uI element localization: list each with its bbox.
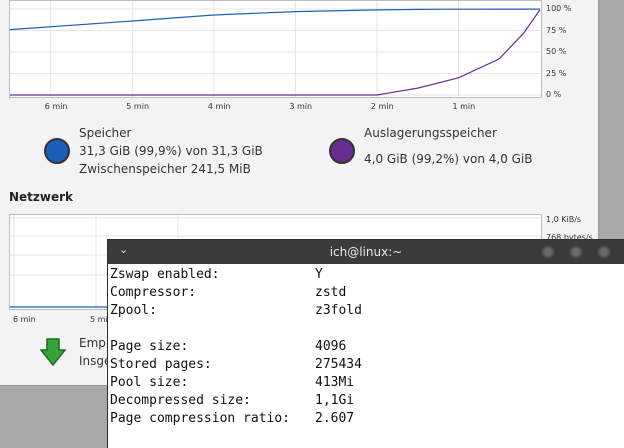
terminal-value: 2.607 <box>315 411 355 426</box>
terminal-value: 413Mi <box>315 375 355 390</box>
download-arrow-icon[interactable] <box>40 338 66 366</box>
memory-swap-chart <box>9 0 542 98</box>
memory-x-tick: 4 min <box>207 102 231 111</box>
memory-color-swatch[interactable] <box>44 138 70 164</box>
memory-cache-text: Zwischenspeicher 241,5 MiB <box>79 162 251 176</box>
terminal-line: Pool size: 413Mi <box>110 374 362 392</box>
terminal-key: Compressor: <box>110 285 197 300</box>
memory-swap-plot <box>10 1 541 97</box>
terminal-output[interactable]: Zswap enabled: Y Compressor: zstd Zpool: z3fo… <box>110 266 362 428</box>
terminal-line: Zswap enabled: Y <box>110 266 362 284</box>
terminal-line: Page size: 4096 <box>110 338 362 356</box>
terminal-value: 4096 <box>315 339 347 354</box>
terminal-key: Page compression ratio: <box>110 411 291 426</box>
terminal-key: Stored pages: <box>110 357 212 372</box>
terminal-line: Zpool: z3fold <box>110 302 362 320</box>
receive-legend-label: Emp <box>79 336 106 350</box>
terminal-window[interactable]: ⌄ ich@linux:~ Zswap enabled: Y Compressor:… <box>108 240 624 448</box>
terminal-line: Page compression ratio: 2.607 <box>110 410 362 428</box>
memory-y-tick: 75 % <box>546 25 567 35</box>
terminal-line: Stored pages: 275434 <box>110 356 362 374</box>
memory-y-tick: 50 % <box>546 47 567 56</box>
receive-total-label: Insge <box>79 354 112 368</box>
terminal-line: Decompressed size: 1,1Gi <box>110 392 362 410</box>
minimize-button[interactable] <box>542 246 554 258</box>
memory-y-tick: 0 % <box>546 90 562 99</box>
memory-legend-label: Speicher <box>79 126 132 140</box>
network-x-tick: 6 min <box>13 315 36 324</box>
network-y-tick: 1,0 KiB/s <box>546 215 582 224</box>
terminal-value: zstd <box>315 285 347 300</box>
memory-x-tick: 1 min <box>452 102 476 111</box>
memory-usage-text: 31,3 GiB (99,9%) von 31,3 GiB <box>79 144 263 158</box>
series-line-speicher <box>10 8 540 31</box>
memory-x-tick: 3 min <box>289 102 313 111</box>
terminal-value: 1,1Gi <box>315 393 355 408</box>
close-button[interactable] <box>598 246 610 258</box>
terminal-line: Compressor: zstd <box>110 284 362 302</box>
terminal-value: 275434 <box>315 357 362 372</box>
terminal-value: Y <box>315 267 323 282</box>
terminal-key: Decompressed size: <box>110 393 251 408</box>
memory-y-tick: 100 % <box>546 4 572 13</box>
memory-x-tick: 5 min <box>126 102 150 111</box>
swap-legend-label: Auslagerungsspeicher <box>364 126 497 140</box>
swap-usage-text: 4,0 GiB (99,2%) von 4,0 GiB <box>364 152 533 166</box>
terminal-value: z3fold <box>315 303 362 318</box>
memory-x-tick: 2 min <box>370 102 394 111</box>
maximize-button[interactable] <box>570 246 582 258</box>
memory-x-tick: 6 min <box>44 102 68 111</box>
terminal-key: Page size: <box>110 339 189 354</box>
memory-y-tick: 25 % <box>546 68 567 78</box>
terminal-key: Zpool: <box>110 303 157 318</box>
terminal-key: Zswap enabled: <box>110 267 220 282</box>
terminal-titlebar[interactable]: ⌄ ich@linux:~ <box>108 240 624 264</box>
swap-color-swatch[interactable] <box>329 138 355 164</box>
terminal-key: Pool size: <box>110 375 189 390</box>
network-section-title: Netzwerk <box>9 190 74 204</box>
